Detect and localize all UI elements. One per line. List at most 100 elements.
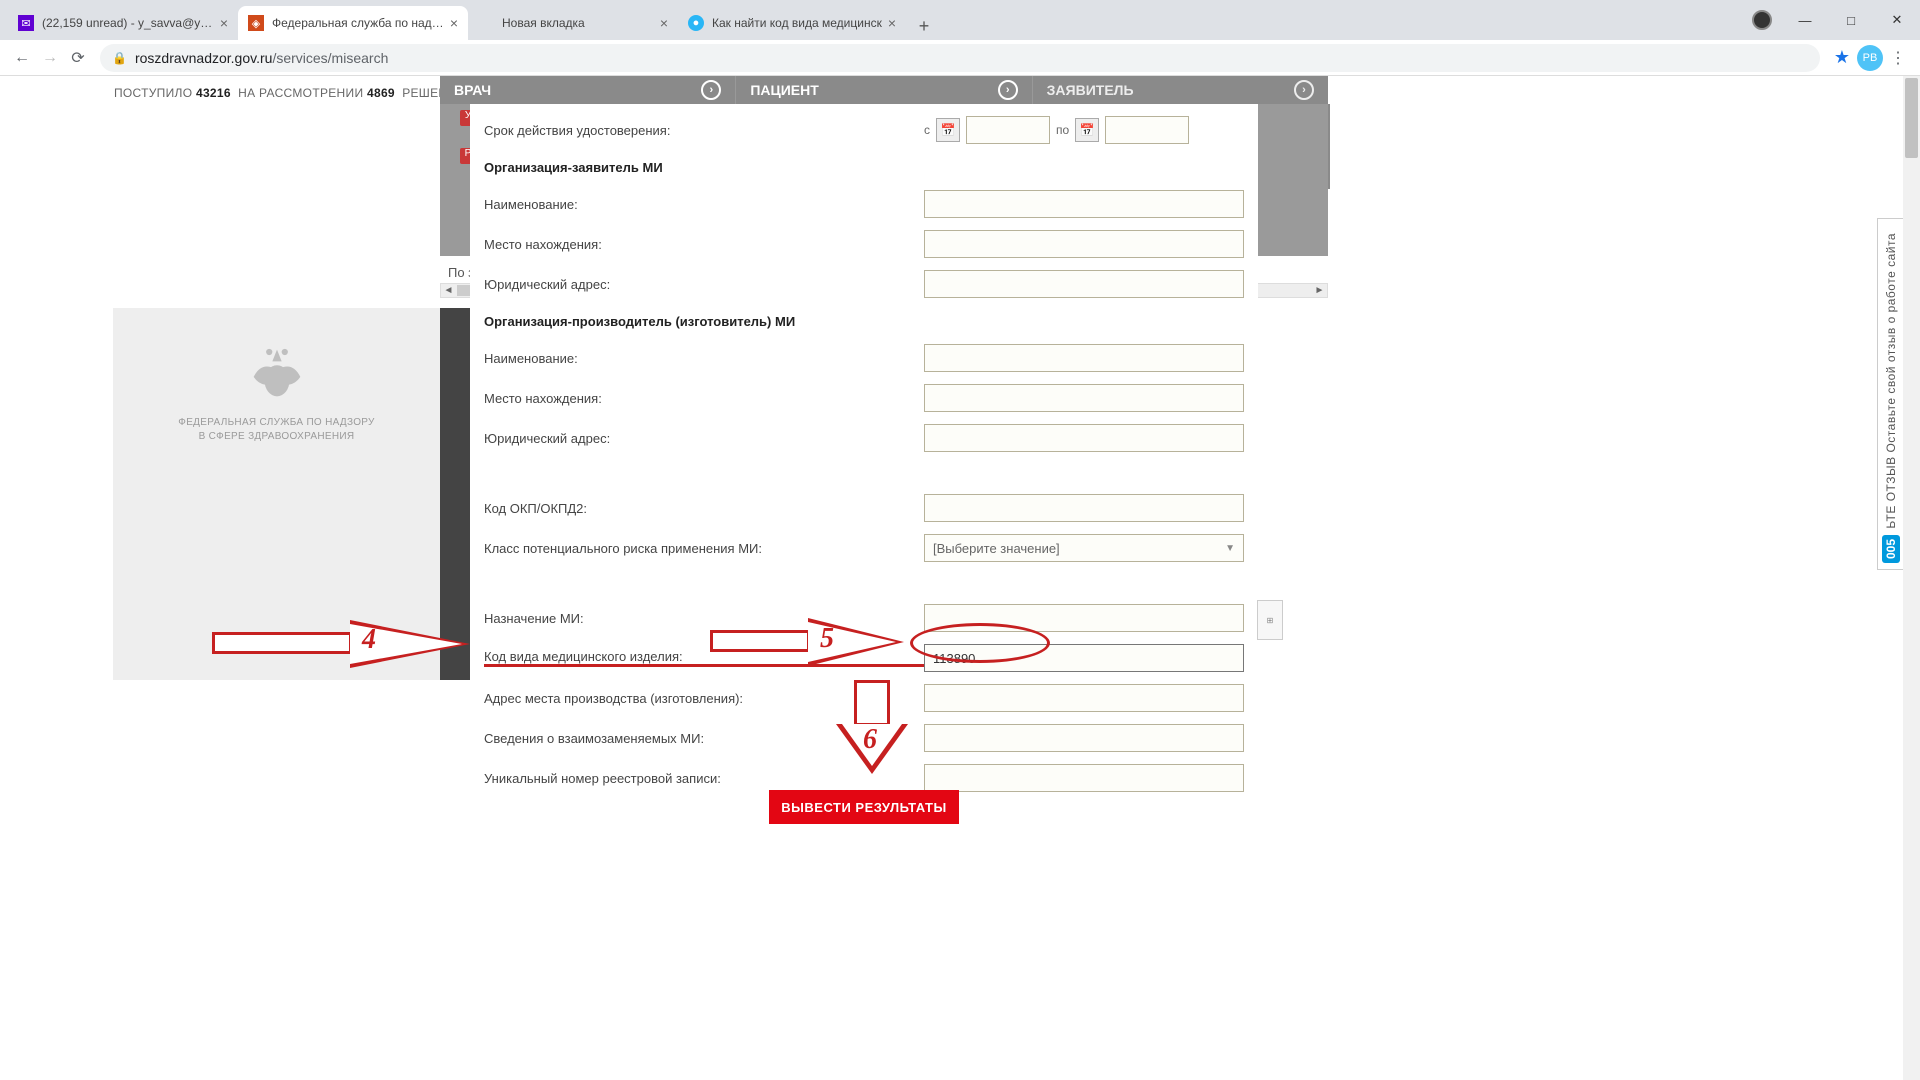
okp-input[interactable] [924, 494, 1244, 522]
browser-tabstrip: ✉ (22,159 unread) - y_savva@yaho × ◈ Фед… [0, 0, 1920, 40]
tab-yahoo-mail[interactable]: ✉ (22,159 unread) - y_savva@yaho × [8, 6, 238, 40]
interchange-input[interactable] [924, 724, 1244, 752]
row-applicant-name: Наименование: [470, 184, 1258, 224]
field-label: Наименование: [484, 351, 924, 366]
annotation-number-5: 5 [820, 623, 834, 655]
tab-title: (22,159 unread) - y_savva@yaho [42, 16, 214, 30]
applicant-legal-input[interactable] [924, 270, 1244, 298]
date-to-input[interactable] [1105, 116, 1189, 144]
scroll-right-icon[interactable]: ► [1312, 285, 1327, 296]
calendar-icon[interactable]: 📅 [936, 118, 960, 142]
profile-avatar[interactable]: РВ [1856, 44, 1884, 72]
calendar-icon[interactable]: 📅 [1075, 118, 1099, 142]
row-risk-class: Класс потенциального риска применения МИ… [470, 528, 1258, 568]
annotation-number-4: 4 [362, 624, 376, 656]
stats-strip: ПОСТУПИЛО 43216 НА РАССМОТРЕНИИ 4869 РЕШ… [114, 86, 496, 100]
manufacturer-legal-input[interactable] [924, 424, 1244, 452]
annotation-number-6: 6 [863, 724, 877, 756]
lock-icon: 🔒 [112, 51, 127, 65]
mi-code-input[interactable] [924, 644, 1244, 672]
url-input[interactable]: 🔒 roszdravnadzor.gov.ru/services/misearc… [100, 44, 1820, 72]
date-to-label: по [1056, 123, 1069, 137]
prod-addr-input[interactable] [924, 684, 1244, 712]
vertical-scrollbar[interactable] [1903, 76, 1920, 1080]
stat-label: ПОСТУПИЛО [114, 86, 192, 100]
feedback-tab[interactable]: ЬТЕ ОТЗЫВ Оставьте свой отзыв о работе с… [1877, 218, 1903, 570]
select-placeholder: [Выберите значение] [933, 541, 1060, 556]
scroll-thumb[interactable] [1905, 78, 1918, 158]
window-controls: — □ ✕ [1752, 0, 1920, 40]
back-button[interactable]: ← [8, 44, 36, 72]
close-window-button[interactable]: ✕ [1874, 5, 1920, 35]
field-label: Наименование: [484, 197, 924, 212]
section-heading: Организация-производитель (изготовитель)… [484, 314, 924, 329]
annotation-arrow-5 [710, 630, 810, 652]
field-label: Срок действия удостоверения: [484, 123, 924, 138]
mail-icon: ✉ [18, 15, 34, 31]
site-icon: ◈ [248, 15, 264, 31]
forward-button[interactable]: → [36, 44, 64, 72]
site-icon: ● [688, 15, 704, 31]
role-nav: ВРАЧ › ПАЦИЕНТ › ЗАЯВИТЕЛЬ › [440, 76, 1328, 104]
address-bar: ← → ⟳ 🔒 roszdravnadzor.gov.ru/services/m… [0, 40, 1920, 76]
tab-title: Как найти код вида медицинск [712, 16, 882, 30]
url-domain: roszdravnadzor.gov.ru [135, 50, 272, 66]
kebab-menu-icon[interactable]: ⋮ [1884, 44, 1912, 72]
field-label: Юридический адрес: [484, 277, 924, 292]
reload-button[interactable]: ⟳ [64, 44, 92, 72]
row-manufacturer-name: Наименование: [470, 338, 1258, 378]
minimize-button[interactable]: — [1782, 5, 1828, 35]
close-icon[interactable]: × [888, 15, 896, 31]
close-icon[interactable]: × [660, 15, 668, 31]
close-icon[interactable]: × [220, 15, 228, 31]
field-label: Код ОКП/ОКПД2: [484, 501, 924, 516]
maximize-button[interactable]: □ [1828, 5, 1874, 35]
scroll-left-icon[interactable]: ◄ [441, 285, 456, 296]
annotation-arrow-4 [212, 632, 352, 654]
tab-medical-code[interactable]: ● Как найти код вида медицинск × [678, 6, 906, 40]
feedback-label: ЬТЕ ОТЗЫВ Оставьте свой отзыв о работе с… [1884, 233, 1898, 529]
annotation-arrow-6 [854, 680, 890, 726]
arrow-circle-icon: › [1294, 80, 1314, 100]
arrow-circle-icon: › [701, 80, 721, 100]
blank-icon [478, 15, 494, 31]
row-manufacturer-legal: Юридический адрес: [470, 418, 1258, 458]
nav-applicant[interactable]: ЗАЯВИТЕЛЬ › [1033, 76, 1328, 104]
chevron-down-icon: ▼ [1225, 543, 1235, 554]
arrow-circle-icon: › [998, 80, 1018, 100]
agency-name: ФЕДЕРАЛЬНАЯ СЛУЖБА ПО НАДЗОРУ В СФЕРЕ ЗД… [178, 416, 374, 444]
purpose-input[interactable] [924, 604, 1244, 632]
field-label: Юридический адрес: [484, 431, 924, 446]
section-applicant: Организация-заявитель МИ [470, 150, 1258, 184]
map-widget[interactable]: ⊞ [1257, 600, 1283, 640]
agency-line1: ФЕДЕРАЛЬНАЯ СЛУЖБА ПО НАДЗОРУ [178, 416, 374, 430]
risk-class-select[interactable]: [Выберите значение] ▼ [924, 534, 1244, 562]
tab-title: Новая вкладка [502, 16, 654, 30]
agency-line2: В СФЕРЕ ЗДРАВООХРАНЕНИЯ [178, 430, 374, 444]
applicant-location-input[interactable] [924, 230, 1244, 258]
tab-title: Федеральная служба по надзор [272, 16, 444, 30]
manufacturer-location-input[interactable] [924, 384, 1244, 412]
tab-roszdravnadzor[interactable]: ◈ Федеральная служба по надзор × [238, 6, 468, 40]
date-from-input[interactable] [966, 116, 1050, 144]
incognito-icon[interactable] [1752, 10, 1772, 30]
stat-value: 4869 [367, 86, 395, 100]
manufacturer-name-input[interactable] [924, 344, 1244, 372]
row-applicant-location: Место нахождения: [470, 224, 1258, 264]
reg-number-input[interactable] [924, 764, 1244, 792]
close-icon[interactable]: × [450, 15, 458, 31]
field-label: Класс потенциального риска применения МИ… [484, 541, 924, 556]
nav-doctor[interactable]: ВРАЧ › [440, 76, 736, 104]
submit-button[interactable]: ВЫВЕСТИ РЕЗУЛЬТАТЫ [769, 790, 959, 824]
tab-new[interactable]: Новая вкладка × [468, 6, 678, 40]
nav-label: ВРАЧ [454, 82, 491, 98]
row-okp: Код ОКП/ОКПД2: [470, 488, 1258, 528]
stat-value: 43216 [196, 86, 231, 100]
feedback-badge: 005 [1882, 535, 1900, 563]
new-tab-button[interactable]: + [910, 12, 938, 40]
bookmark-star-icon[interactable]: ★ [1828, 44, 1856, 72]
row-cert-period: Срок действия удостоверения: с 📅 по 📅 [470, 110, 1258, 150]
applicant-name-input[interactable] [924, 190, 1244, 218]
url-path: /services/misearch [272, 50, 388, 66]
nav-patient[interactable]: ПАЦИЕНТ › [736, 76, 1032, 104]
